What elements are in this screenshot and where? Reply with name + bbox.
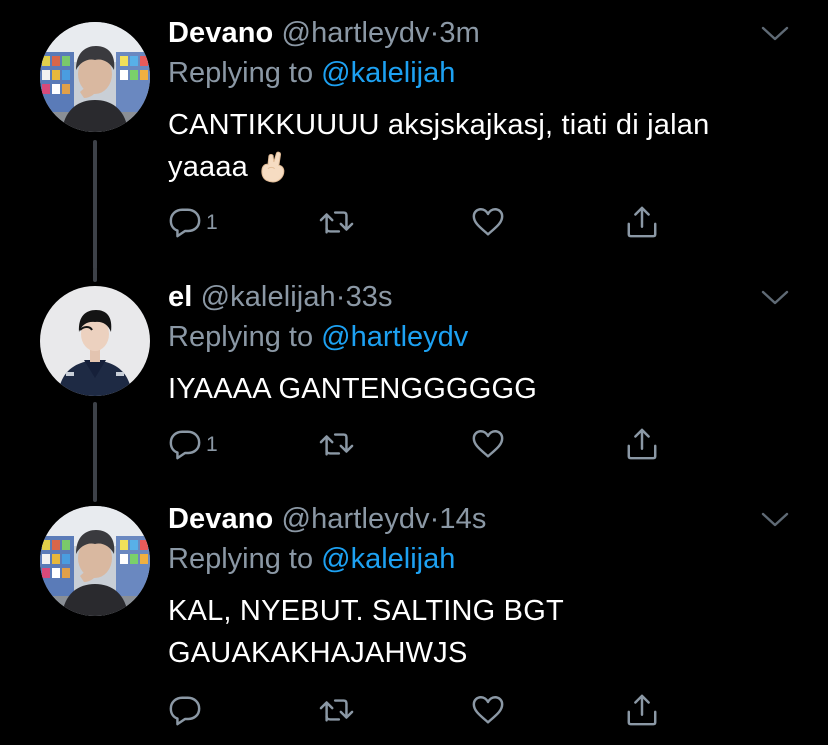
- thread-line: [93, 402, 97, 496]
- thread-line: [93, 490, 97, 502]
- replying-to: Replying to @kalelijah: [168, 542, 768, 576]
- thread-line: [93, 268, 97, 282]
- timestamp[interactable]: 33s: [346, 281, 393, 313]
- avatar-el-icon: [40, 286, 150, 396]
- chevron-down-icon[interactable]: [760, 510, 790, 530]
- heart-icon: [471, 427, 505, 461]
- tweet-text: KAL, NYEBUT. SALTING BGT GAUAKAKHAJAHWJS: [168, 595, 564, 669]
- timestamp[interactable]: 14s: [439, 503, 486, 535]
- reply-count: 1: [206, 210, 218, 234]
- tweet-header: Devano @hartleydv·14s: [168, 502, 768, 536]
- tweet-actions: 1: [168, 202, 668, 242]
- share-button[interactable]: [625, 690, 659, 730]
- chevron-down-icon[interactable]: [760, 288, 790, 308]
- replying-prefix: Replying to: [168, 321, 314, 353]
- retweet-button[interactable]: [318, 690, 356, 730]
- tweet-3[interactable]: Devano @hartleydv·14s Replying to @kalel…: [0, 490, 828, 745]
- avatar-devano-icon: [40, 22, 150, 132]
- mention-link[interactable]: @kalelijah: [321, 57, 455, 89]
- replying-prefix: Replying to: [168, 57, 314, 89]
- reply-button[interactable]: [168, 690, 206, 730]
- thread-line: [93, 140, 97, 270]
- replying-to: Replying to @kalelijah: [168, 56, 768, 90]
- reply-button[interactable]: 1: [168, 202, 218, 242]
- separator-dot: ·: [335, 281, 346, 313]
- user-handle[interactable]: @hartleydv: [282, 17, 430, 49]
- reply-icon: [168, 693, 202, 727]
- tweet-header: Devano @hartleydv·3m: [168, 16, 768, 50]
- reply-icon: [168, 427, 202, 461]
- crossed-fingers-icon: [258, 150, 288, 196]
- tweet-actions: [168, 690, 668, 730]
- reply-button[interactable]: 1: [168, 424, 218, 464]
- share-icon: [625, 693, 659, 727]
- avatar-devano-icon: [40, 506, 150, 616]
- tweet-1[interactable]: Devano @hartleydv·3m Replying to @kaleli…: [0, 0, 828, 270]
- tweet-actions: 1: [168, 424, 668, 464]
- like-button[interactable]: [471, 690, 505, 730]
- separator-dot: ·: [429, 17, 440, 49]
- replying-prefix: Replying to: [168, 543, 314, 575]
- chevron-down-icon[interactable]: [760, 24, 790, 44]
- retweet-button[interactable]: [318, 424, 356, 464]
- share-button[interactable]: [625, 424, 659, 464]
- avatar[interactable]: [40, 22, 150, 132]
- reply-icon: [168, 205, 202, 239]
- tweet-2[interactable]: el @kalelijah·33s Replying to @hartleydv…: [0, 268, 828, 496]
- reply-count: 1: [206, 432, 218, 456]
- retweet-icon: [318, 427, 356, 461]
- timestamp[interactable]: 3m: [439, 17, 480, 49]
- like-button[interactable]: [471, 202, 505, 242]
- display-name[interactable]: el: [168, 281, 192, 313]
- mention-link[interactable]: @hartleydv: [321, 321, 468, 353]
- heart-icon: [471, 205, 505, 239]
- user-handle[interactable]: @kalelijah: [201, 281, 336, 313]
- share-icon: [625, 427, 659, 461]
- avatar[interactable]: [40, 506, 150, 616]
- tweet-text: IYAAAA GANTENGGGGGG: [168, 373, 538, 405]
- separator-dot: ·: [429, 503, 440, 535]
- heart-icon: [471, 693, 505, 727]
- retweet-icon: [318, 693, 356, 727]
- share-icon: [625, 205, 659, 239]
- avatar[interactable]: [40, 286, 150, 396]
- user-handle[interactable]: @hartleydv: [282, 503, 430, 535]
- display-name[interactable]: Devano: [168, 503, 273, 535]
- mention-link[interactable]: @kalelijah: [321, 543, 455, 575]
- replying-to: Replying to @hartleydv: [168, 320, 768, 354]
- tweet-header: el @kalelijah·33s: [168, 280, 768, 314]
- like-button[interactable]: [471, 424, 505, 464]
- retweet-icon: [318, 205, 356, 239]
- tweet-text: CANTIKKUUUU aksjskajkasj, tiati di jalan…: [168, 104, 768, 196]
- tweet-text-content: CANTIKKUUUU aksjskajkasj, tiati di jalan…: [168, 109, 710, 183]
- display-name[interactable]: Devano: [168, 17, 273, 49]
- retweet-button[interactable]: [318, 202, 356, 242]
- share-button[interactable]: [625, 202, 659, 242]
